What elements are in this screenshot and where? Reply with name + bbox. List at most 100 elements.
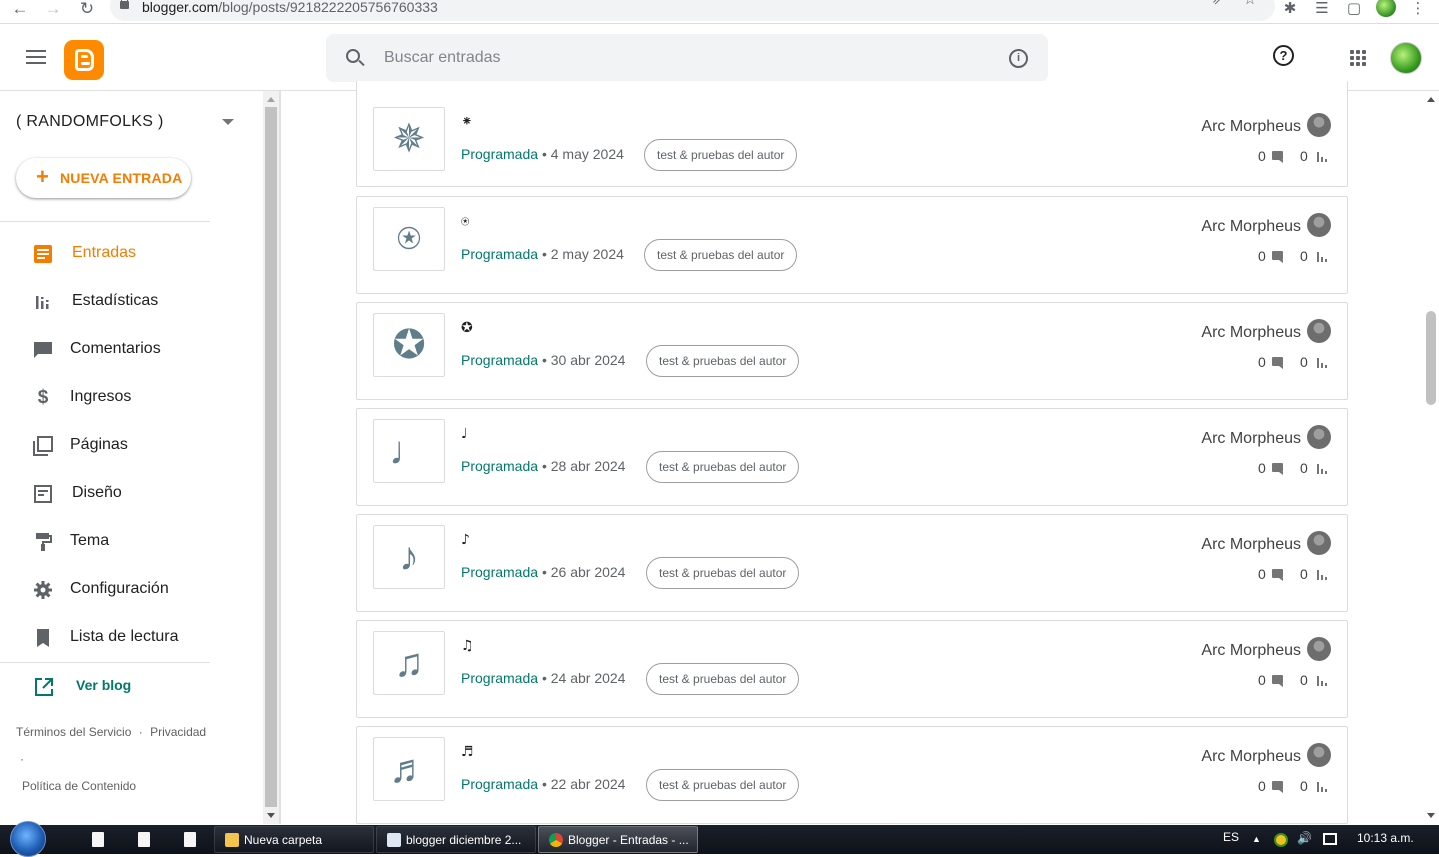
post-date: 22 abr 2024: [550, 776, 626, 792]
back-icon[interactable]: ←: [8, 0, 32, 20]
post-label-chip[interactable]: test & pruebas del autor: [644, 139, 798, 171]
post-title[interactable]: ⍟: [461, 214, 469, 230]
task-notepad[interactable]: blogger diciembre 2...: [376, 826, 536, 853]
menu-icon[interactable]: [26, 50, 46, 64]
caret-down-icon[interactable]: [222, 119, 234, 125]
apps-grid-icon[interactable]: [1350, 50, 1366, 66]
post-date: 30 abr 2024: [550, 352, 626, 368]
account-avatar[interactable]: [1390, 42, 1422, 74]
start-button[interactable]: [8, 821, 46, 857]
post-card[interactable]: ♬ ♬ Programada • 22 abr 2024 test & pruebas…: [356, 726, 1348, 824]
post-label-chip[interactable]: test & pruebas del autor: [646, 557, 800, 589]
main-scroll-thumb[interactable]: [1426, 311, 1436, 405]
sidepanel-icon[interactable]: ▢: [1344, 0, 1364, 20]
post-card[interactable]: ♩ ♩ Programada • 28 abr 2024 test & pruebas…: [356, 408, 1348, 506]
stats-bars-icon: [1317, 464, 1328, 474]
search-input[interactable]: [384, 46, 984, 70]
post-thumbnail[interactable]: ✵: [373, 107, 445, 171]
post-label-chip[interactable]: test & pruebas del autor: [646, 769, 800, 801]
sidebar-item-configuracion[interactable]: Configuración: [0, 570, 210, 610]
post-author: Arc Morpheus: [1201, 536, 1301, 553]
star-bookmark-icon[interactable]: ☆: [1240, 0, 1260, 11]
task-chrome-blogger[interactable]: Blogger - Entradas - ...: [538, 826, 698, 853]
network-icon[interactable]: [1323, 833, 1337, 845]
privacy-link[interactable]: Privacidad: [150, 725, 206, 739]
browser-menu-icon[interactable]: ⋮: [1408, 0, 1428, 20]
post-label-chip[interactable]: test & pruebas del autor: [646, 345, 800, 377]
sidebar-scrollbar[interactable]: [263, 91, 279, 824]
windows-taskbar: Nueva carpeta blogger diciembre 2... Blo…: [0, 821, 1439, 857]
post-card[interactable]: ⍟ ⍟ Programada • 2 may 2024 test & pruebas …: [356, 196, 1348, 294]
post-label-chip[interactable]: test & pruebas del autor: [644, 239, 798, 271]
quicklaunch-file-icon[interactable]: [138, 832, 150, 847]
post-card[interactable]: ♪ ♪ Programada • 26 abr 2024 test & pruebas…: [356, 514, 1348, 612]
terms-link[interactable]: Términos del Servicio: [16, 725, 131, 739]
sidebar-item-estadisticas[interactable]: Estadísticas: [0, 282, 210, 322]
post-status: Programada: [461, 246, 539, 262]
volume-icon[interactable]: 🔊: [1297, 831, 1312, 845]
sidebar-item-ingresos[interactable]: $ Ingresos: [0, 378, 210, 418]
language-indicator[interactable]: ES: [1223, 830, 1239, 844]
post-thumbnail[interactable]: ⍟: [373, 207, 445, 271]
sidebar-item-entradas[interactable]: Entradas: [0, 234, 210, 274]
scroll-up-icon[interactable]: [267, 97, 275, 102]
post-title[interactable]: ♬: [461, 744, 474, 760]
post-label-chip[interactable]: test & pruebas del autor: [646, 663, 800, 695]
post-thumbnail[interactable]: ♩: [373, 419, 445, 483]
post-label-chip[interactable]: test & pruebas del autor: [646, 451, 800, 483]
clock[interactable]: 10:13 a.m.: [1357, 831, 1414, 845]
task-label: blogger diciembre 2...: [406, 833, 522, 847]
content-policy-link[interactable]: Política de Contenido: [22, 779, 136, 793]
sidebar-item-paginas[interactable]: Páginas: [0, 426, 210, 466]
view-count: 0: [1300, 248, 1308, 264]
post-thumbnail[interactable]: ♪: [373, 525, 445, 589]
search-icon[interactable]: [346, 49, 360, 63]
reload-icon[interactable]: ↻: [75, 0, 99, 20]
browser-profile-avatar[interactable]: [1376, 0, 1396, 17]
comment-icon: [1272, 251, 1283, 263]
post-thumbnail[interactable]: ✪: [373, 313, 445, 377]
post-title[interactable]: ✪: [461, 320, 473, 336]
forward-icon[interactable]: →: [41, 0, 65, 20]
stats-bars-icon: [1317, 782, 1328, 792]
new-post-button[interactable]: + NUEVA ENTRADA: [16, 158, 191, 198]
blogger-logo[interactable]: [64, 40, 104, 80]
tray-expand-icon[interactable]: ▲: [1252, 834, 1261, 844]
scroll-down-icon[interactable]: [1427, 813, 1435, 818]
post-title[interactable]: ♪: [461, 532, 470, 548]
extensions-icon[interactable]: ✱: [1280, 0, 1300, 20]
search-bar: i: [326, 34, 1048, 82]
post-card[interactable]: ✵ ⁕ Programada • 4 may 2024 test & pruebas …: [356, 81, 1348, 187]
tray-app-icon[interactable]: [1274, 833, 1288, 847]
post-title[interactable]: ⁕: [461, 114, 473, 130]
media-icon[interactable]: ☰: [1312, 0, 1332, 20]
post-card[interactable]: ♫ ♫ Programada • 24 abr 2024 test & pruebas…: [356, 620, 1348, 718]
info-icon[interactable]: i: [1009, 49, 1028, 68]
sidebar-scroll-thumb[interactable]: [265, 107, 277, 807]
post-thumbnail[interactable]: ♫: [373, 631, 445, 695]
comment-count: 0: [1258, 460, 1266, 476]
task-nueva-carpeta[interactable]: Nueva carpeta: [214, 826, 374, 853]
post-status: Programada: [461, 458, 539, 474]
sidebar-item-label: Diseño: [72, 484, 122, 501]
quicklaunch-file-icon[interactable]: [184, 832, 196, 847]
sidebar-item-lista-de-lectura[interactable]: Lista de lectura: [0, 618, 210, 658]
quicklaunch-file-icon[interactable]: [92, 832, 104, 847]
view-blog-link[interactable]: Ver blog: [0, 667, 210, 707]
blog-selector[interactable]: ( RANDOMFOLKS ): [16, 113, 164, 131]
help-icon[interactable]: ?: [1273, 45, 1294, 66]
sidebar-item-tema[interactable]: Tema: [0, 522, 210, 562]
sidebar-item-diseno[interactable]: Diseño: [0, 474, 210, 514]
post-author: Arc Morpheus: [1201, 748, 1301, 765]
sidebar-item-comentarios[interactable]: Comentarios: [0, 330, 210, 370]
post-title[interactable]: ♩: [461, 426, 468, 442]
address-bar[interactable]: blogger.com/blog/posts/92182222057567603…: [110, 0, 1275, 21]
scroll-up-icon[interactable]: [1427, 97, 1435, 102]
post-thumbnail[interactable]: ♬: [373, 737, 445, 801]
share-icon[interactable]: ⇗: [1208, 0, 1228, 11]
main-scrollbar[interactable]: [1423, 91, 1439, 824]
post-card[interactable]: ✪ ✪ Programada • 30 abr 2024 test & pruebas…: [356, 302, 1348, 400]
post-title[interactable]: ♫: [461, 638, 474, 654]
plus-icon: +: [36, 164, 49, 189]
scroll-down-icon[interactable]: [267, 813, 275, 818]
